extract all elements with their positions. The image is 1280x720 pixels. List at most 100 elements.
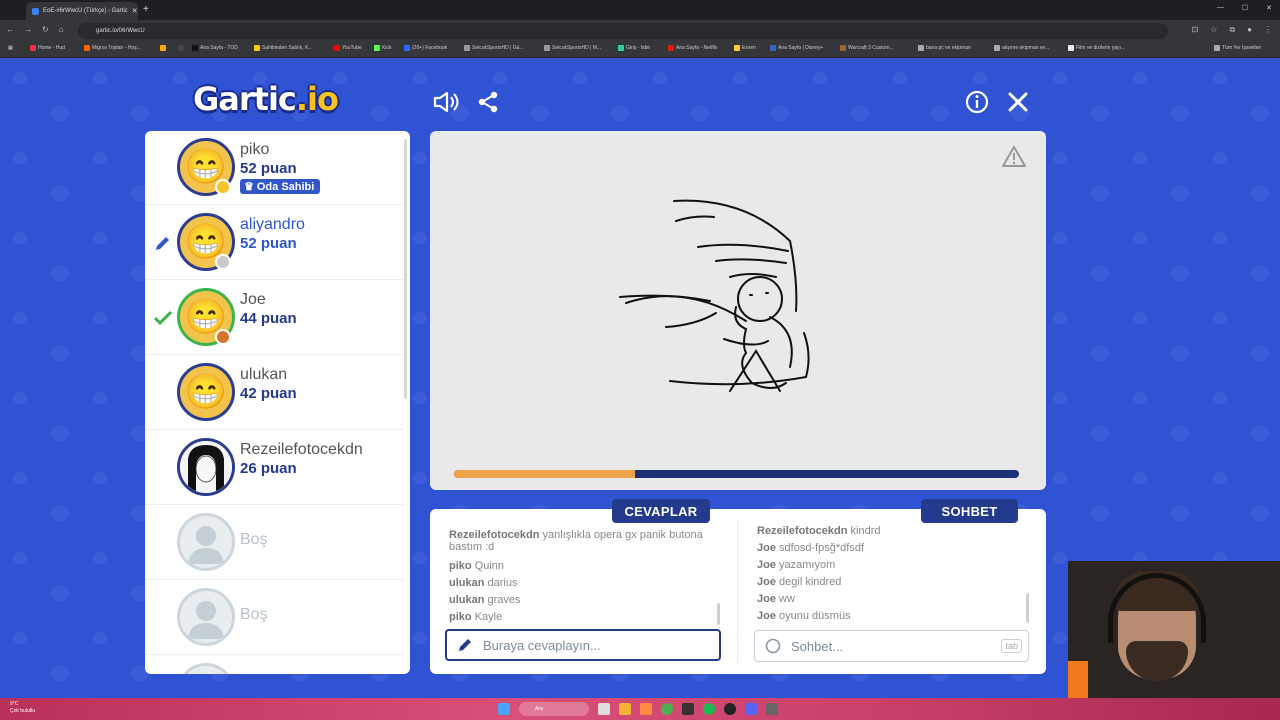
start-icon[interactable]: [498, 703, 510, 715]
empty-slot: Boş: [145, 506, 403, 580]
chat-message: Joe ww: [757, 593, 795, 605]
reload-icon[interactable]: ↻: [42, 25, 49, 34]
menu-icon[interactable]: ⋮: [1264, 25, 1272, 35]
extensions-icon[interactable]: ⧉: [1229, 25, 1235, 35]
webcam-overlay: [1068, 561, 1280, 698]
task-view-icon[interactable]: [598, 703, 610, 715]
file-explorer-icon[interactable]: [619, 703, 631, 715]
app-icon[interactable]: [682, 703, 694, 715]
chat-placeholder: Sohbet...: [791, 638, 844, 654]
answer-input[interactable]: Buraya cevaplayın...: [445, 629, 721, 661]
bookmark[interactable]: Giriş - Isbir: [618, 45, 650, 51]
bookmark[interactable]: Ana Sayfa | Disney+: [770, 45, 823, 51]
install-icon[interactable]: ⊡: [1192, 25, 1199, 35]
new-tab-icon[interactable]: +: [143, 4, 149, 15]
answer-message: Rezeilefotocekdn yanlışlıkla opera gx pa…: [449, 529, 703, 553]
chat-list: Rezeilefotocekdn kindrd Joe sdfosd-fpsğ*…: [757, 523, 1027, 625]
bookmark-folder[interactable]: alışıme ekipman ve...: [994, 45, 1049, 51]
share-icon[interactable]: [475, 89, 501, 115]
chat-label: SOHBET: [921, 499, 1018, 523]
browser-tab-bar: EoE-#6rWwcU (Türkçe) - Gartic ✕ + — ☐ ✕: [0, 0, 1280, 20]
window-controls: — ☐ ✕: [1217, 4, 1272, 12]
bookmark[interactable]: Ana Sayfa - TOD: [192, 45, 238, 51]
player-name: Boş: [240, 606, 268, 623]
weather-widget[interactable]: 9°C Çok bulutlu: [10, 701, 35, 715]
answer-placeholder: Buraya cevaplayın...: [483, 637, 601, 653]
app-icon[interactable]: [640, 703, 652, 715]
windows-taskbar: 9°C Çok bulutlu Ara: [0, 698, 1280, 720]
answers-chat-panel: CEVAPLAR SOHBET Rezeilefotocekdn yanlışl…: [430, 499, 1046, 674]
minimize-icon[interactable]: —: [1217, 4, 1224, 12]
answers-label: CEVAPLAR: [612, 499, 710, 523]
avatar: 😁: [177, 363, 235, 421]
avatar: [177, 438, 235, 496]
player-name: Joe: [240, 291, 266, 308]
player-drawing: [619, 199, 810, 392]
maximize-icon[interactable]: ☐: [1242, 4, 1248, 12]
steam-icon[interactable]: [766, 703, 778, 715]
empty-avatar-icon: [177, 588, 235, 646]
bookmark[interactable]: Ana Sayfa - Netflix: [668, 45, 717, 51]
orange-light: [1068, 661, 1088, 698]
close-tab-icon[interactable]: ✕: [132, 7, 138, 15]
answer-message: ulukan darius: [449, 577, 518, 589]
chat-message: Joe degil kindred: [757, 576, 842, 588]
bookmark[interactable]: Exxen: [734, 45, 756, 51]
player-name: Boş: [240, 531, 268, 548]
bookmark[interactable]: YouTube: [334, 45, 362, 51]
bookmark[interactable]: Migros Toptan - Hoş...: [84, 45, 141, 51]
round-timer-fill: [454, 470, 635, 478]
back-icon[interactable]: ←: [6, 25, 14, 34]
empty-avatar-icon: [177, 663, 235, 674]
player-score: 52 puan: [240, 235, 297, 252]
profile-icon[interactable]: ●: [1247, 25, 1252, 35]
player-row: Rezeilefotocekdn 26 puan: [145, 431, 403, 505]
player-score: 52 puan: [240, 160, 297, 177]
star-icon[interactable]: ☆: [1210, 25, 1217, 35]
bookmark[interactable]: SelcukSportsHD | M...: [544, 45, 601, 51]
drawing-canvas: [430, 131, 1046, 490]
browser-tab[interactable]: EoE-#6rWwcU (Türkçe) - Gartic ✕: [26, 2, 138, 20]
sound-icon[interactable]: [433, 89, 459, 115]
obs-icon[interactable]: [724, 703, 736, 715]
answers-scrollbar[interactable]: [717, 603, 720, 625]
room-owner-badge: ♛ Oda Sahibi: [240, 179, 321, 194]
url-input[interactable]: gartic.io/06rWwcU: [78, 23, 1168, 39]
players-scrollbar[interactable]: [404, 139, 407, 399]
forward-icon[interactable]: →: [24, 25, 32, 34]
apps-icon[interactable]: ▦: [8, 45, 13, 51]
gartic-logo[interactable]: Gartic.io: [193, 80, 339, 118]
bookmark[interactable]: Kick: [374, 45, 391, 51]
discord-icon[interactable]: [745, 703, 757, 715]
answer-message: piko Quinn: [449, 560, 505, 572]
status-dot: [215, 179, 231, 195]
empty-slot: Boş: [145, 581, 403, 655]
bookmark[interactable]: Home - Hud: [30, 45, 65, 51]
taskbar-search[interactable]: Ara: [519, 702, 589, 716]
chrome-icon[interactable]: [661, 703, 673, 715]
spotify-icon[interactable]: [703, 703, 715, 715]
home-icon[interactable]: ⌂: [59, 25, 64, 34]
bookmark[interactable]: (20+) Facebook: [404, 45, 447, 51]
close-icon[interactable]: [1005, 89, 1031, 115]
bookmark[interactable]: Film ve dizilerin yayı...: [1068, 45, 1125, 51]
info-icon[interactable]: [964, 89, 990, 115]
bookmark-folder[interactable]: bana pc ve ekipman: [918, 45, 971, 51]
pencil-icon: [459, 639, 471, 651]
chat-scrollbar[interactable]: [1026, 593, 1029, 623]
bookmark[interactable]: Sahibinden Satılık, K...: [254, 45, 313, 51]
status-dot: [215, 329, 231, 345]
bookmark[interactable]: Warcraft 3 Custom...: [840, 45, 894, 51]
bookmark[interactable]: SelcukSportsHD | Gü...: [464, 45, 524, 51]
round-timer-bar: [454, 470, 1019, 478]
players-panel: 😁 piko 52 puan ♛ Oda Sahibi 😁 aliyandro 5…: [145, 131, 410, 674]
answer-message: piko Kayle: [449, 611, 503, 623]
player-score: 42 puan: [240, 385, 297, 402]
checkmark-icon: [153, 308, 173, 333]
player-row: 😁 ulukan 42 puan: [145, 356, 403, 430]
close-window-icon[interactable]: ✕: [1266, 4, 1272, 12]
all-bookmarks-folder[interactable]: Tüm Yer İşaretleri: [1214, 45, 1261, 51]
bookmark[interactable]: [160, 45, 166, 51]
bookmark[interactable]: [178, 45, 184, 51]
chat-input[interactable]: Sohbet... tab: [754, 630, 1029, 662]
